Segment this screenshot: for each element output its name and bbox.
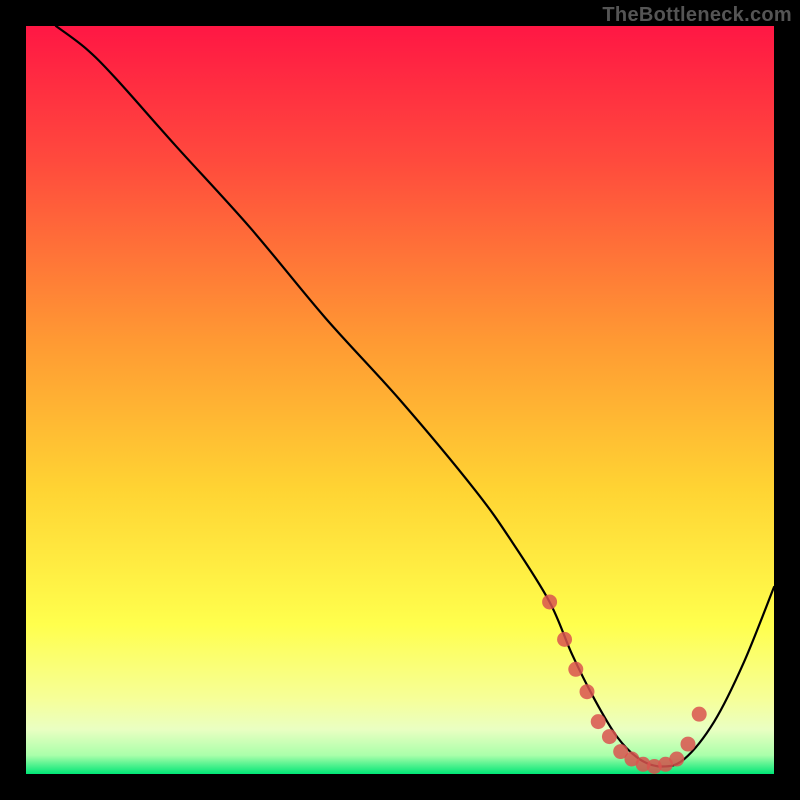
sweet-spot-marker [681, 737, 696, 752]
sweet-spot-marker [557, 632, 572, 647]
plot-svg [26, 26, 774, 774]
sweet-spot-marker [568, 662, 583, 677]
sweet-spot-marker [580, 684, 595, 699]
sweet-spot-marker [542, 594, 557, 609]
sweet-spot-marker [602, 729, 617, 744]
sweet-spot-marker [591, 714, 606, 729]
plot-area [26, 26, 774, 774]
watermark-text: TheBottleneck.com [602, 4, 792, 27]
sweet-spot-marker [692, 707, 707, 722]
sweet-spot-marker [669, 752, 684, 767]
chart-frame: TheBottleneck.com [0, 0, 800, 800]
